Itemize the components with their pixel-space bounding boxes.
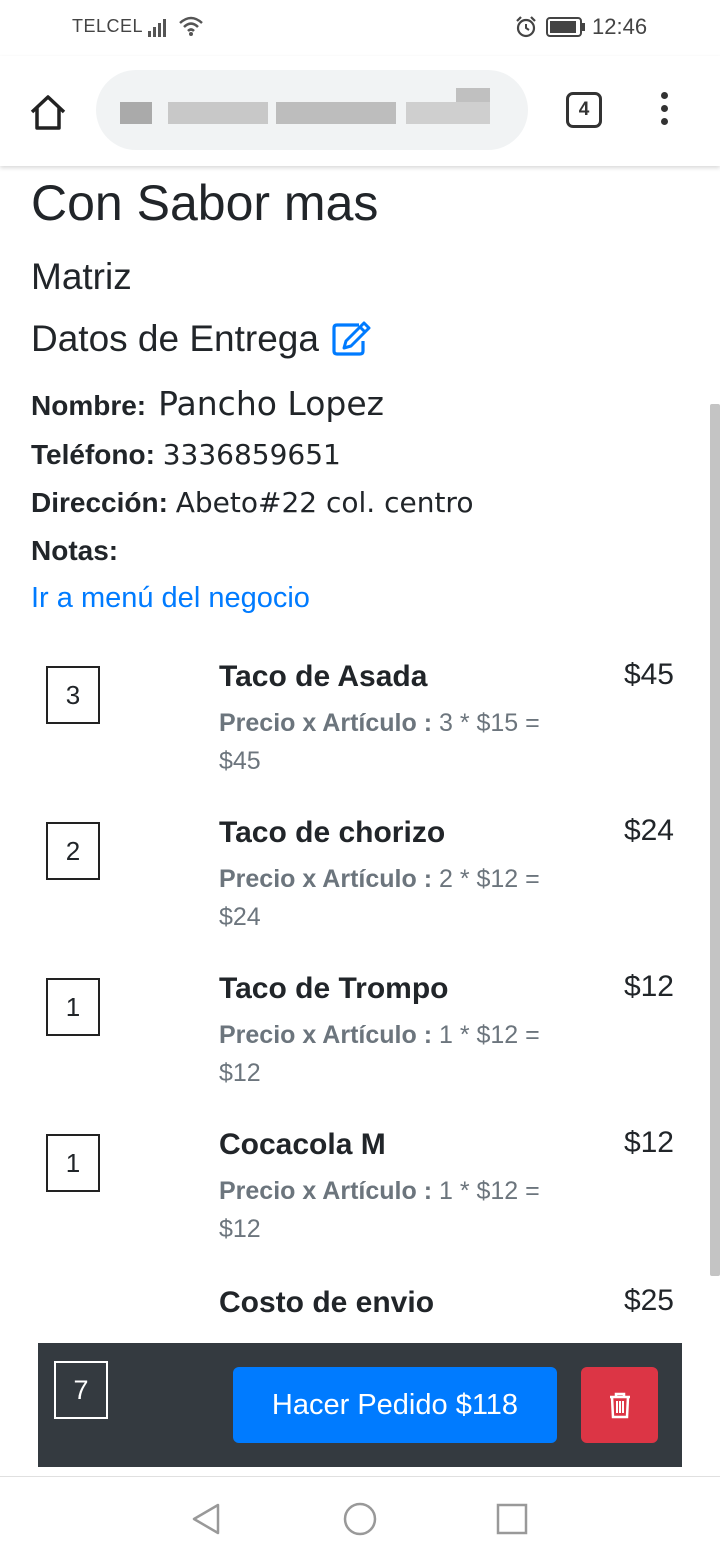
item-price: $24 xyxy=(623,814,674,847)
name-label: Nombre: xyxy=(31,390,147,421)
menu-dot xyxy=(660,92,668,99)
item-detail: Precio x Artículo : 1 * $12 = $12 xyxy=(219,1172,549,1248)
address-row: Dirección: Abeto#22 col. centro xyxy=(31,486,473,519)
url-bar[interactable] xyxy=(96,70,528,150)
url-blurred xyxy=(168,102,268,124)
shipping-row: Costo de envio $25 xyxy=(0,1284,720,1336)
phone-value: 3336859651 xyxy=(162,438,341,471)
home-icon xyxy=(30,95,66,130)
trash-icon xyxy=(609,1392,630,1419)
item-detail-calc: 3 * $15 = xyxy=(438,709,540,737)
url-blurred xyxy=(406,102,490,124)
tab-switcher-button[interactable]: 4 xyxy=(566,92,602,128)
phone-row: Teléfono: 3336859651 xyxy=(31,438,341,471)
delivery-header-label: Datos de Entrega xyxy=(31,318,319,359)
item-price: $12 xyxy=(623,1126,674,1159)
name-value: Pancho Lopez xyxy=(158,384,384,423)
name-row: Nombre: Pancho Lopez xyxy=(31,384,384,423)
item-detail-label: Precio x Artículo : xyxy=(219,865,433,893)
item-name: Cocacola M xyxy=(219,1128,386,1161)
item-detail-calc: 2 * $12 = xyxy=(438,865,540,893)
item-detail-total: $12 xyxy=(219,1215,261,1243)
item-detail: Precio x Artículo : 2 * $12 = $24 xyxy=(219,860,549,936)
place-order-button[interactable]: Hacer Pedido $118 xyxy=(233,1367,557,1443)
shipping-label: Costo de envio xyxy=(219,1286,435,1319)
item-price: $45 xyxy=(623,658,674,691)
item-detail: Precio x Artículo : 3 * $15 = $45 xyxy=(219,704,549,780)
total-quantity: 7 xyxy=(54,1361,108,1419)
order-item: 3 Taco de Asada Precio x Artículo : 3 * … xyxy=(0,656,720,796)
address-value: Abeto#22 col. centro xyxy=(175,486,474,519)
carrier-name: TELCEL xyxy=(72,16,144,36)
battery-icon xyxy=(546,17,585,37)
business-name: Con Sabor mas xyxy=(31,175,379,231)
edit-icon[interactable] xyxy=(331,321,371,357)
home-button[interactable] xyxy=(22,86,74,138)
alarm-icon xyxy=(516,16,536,38)
notes-label: Notas: xyxy=(31,535,119,566)
notes-row: Notas: xyxy=(31,534,118,567)
item-quantity-input[interactable]: 1 xyxy=(46,1134,100,1192)
item-quantity-input[interactable]: 2 xyxy=(46,822,100,880)
wifi-icon xyxy=(179,16,203,36)
item-name: Taco de Asada xyxy=(219,660,428,693)
browser-menu-button[interactable] xyxy=(652,92,676,132)
item-name: Taco de chorizo xyxy=(219,816,446,849)
item-detail: Precio x Artículo : 1 * $12 = $12 xyxy=(219,1016,549,1092)
status-bar: TELCEL 12:46 xyxy=(0,0,720,56)
home-nav-icon[interactable] xyxy=(342,1501,378,1537)
branch-name: Matriz xyxy=(31,256,132,297)
page-content: Con Sabor mas Matriz Datos de Entrega No… xyxy=(0,166,720,1476)
url-blurred xyxy=(276,102,396,124)
shipping-price: $25 xyxy=(623,1284,674,1317)
url-blurred xyxy=(456,88,490,102)
order-item: 1 Cocacola M Precio x Artículo : 1 * $12… xyxy=(0,1124,720,1264)
system-nav-bar xyxy=(0,1476,720,1560)
item-detail-label: Precio x Artículo : xyxy=(219,709,433,737)
item-quantity-input[interactable]: 3 xyxy=(46,666,100,724)
clock: 12:46 xyxy=(592,14,648,39)
business-menu-link[interactable]: Ir a menú del negocio xyxy=(31,582,310,615)
recents-icon[interactable] xyxy=(494,1501,530,1537)
delete-order-button[interactable] xyxy=(581,1367,658,1443)
menu-dot xyxy=(660,118,668,125)
delivery-header: Datos de Entrega xyxy=(31,318,371,360)
url-blurred xyxy=(120,102,152,124)
item-detail-total: $45 xyxy=(219,747,261,775)
back-icon[interactable] xyxy=(188,1501,224,1537)
item-detail-calc: 1 * $12 = xyxy=(438,1177,540,1205)
phone-label: Teléfono: xyxy=(31,439,155,470)
item-detail-label: Precio x Artículo : xyxy=(219,1021,433,1049)
item-detail-calc: 1 * $12 = xyxy=(438,1021,540,1049)
item-name: Taco de Trompo xyxy=(219,972,449,1005)
item-detail-label: Precio x Artículo : xyxy=(219,1177,433,1205)
browser-toolbar: 4 xyxy=(0,56,720,166)
order-item: 2 Taco de chorizo Precio x Artículo : 2 … xyxy=(0,812,720,952)
item-detail-total: $12 xyxy=(219,1059,261,1087)
item-detail-total: $24 xyxy=(219,903,261,931)
signal-icon xyxy=(148,19,166,37)
item-price: $12 xyxy=(623,970,674,1003)
order-item: 1 Taco de Trompo Precio x Artículo : 1 *… xyxy=(0,968,720,1108)
address-label: Dirección: xyxy=(31,487,168,518)
order-action-bar: 7 Hacer Pedido $118 xyxy=(38,1343,682,1467)
item-quantity-input[interactable]: 1 xyxy=(46,978,100,1036)
menu-dot xyxy=(660,105,668,112)
